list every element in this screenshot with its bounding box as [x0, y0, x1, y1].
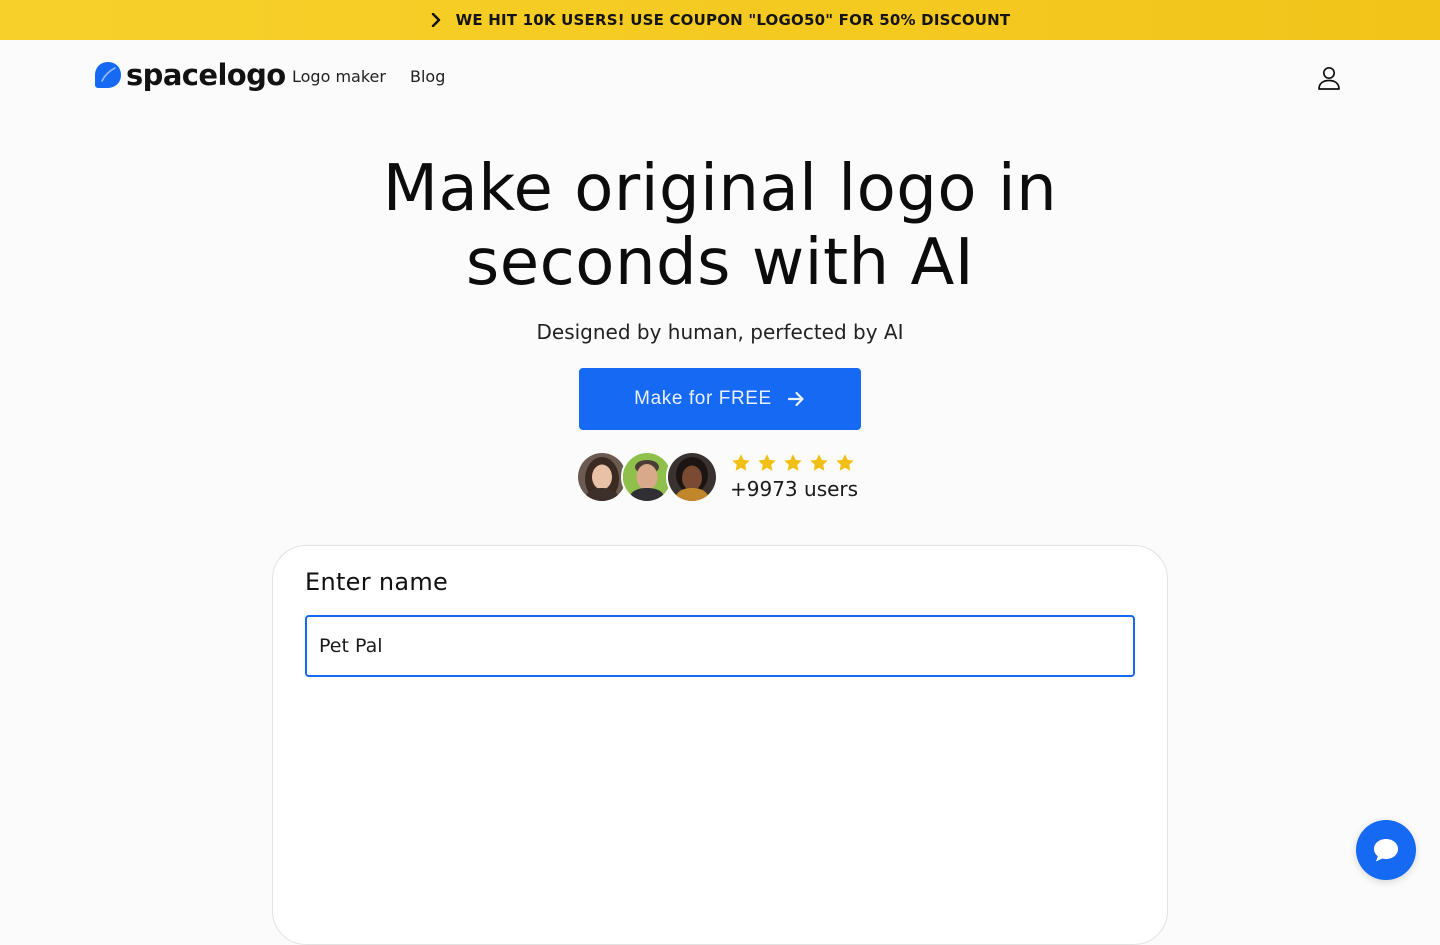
promo-banner[interactable]: WE HIT 10K USERS! USE COUPON "LOGO50" FO…: [0, 0, 1440, 40]
users-count: +9973 users: [730, 477, 859, 501]
chat-bubble-icon: [1371, 835, 1401, 865]
hero-title: Make original logo in seconds with AI: [382, 152, 1058, 300]
promo-text: WE HIT 10K USERS! USE COUPON "LOGO50" FO…: [455, 11, 1011, 29]
avatar: [666, 451, 718, 503]
star-icon: [834, 452, 856, 474]
chevron-right-icon: [430, 13, 442, 27]
name-field-label: Enter name: [305, 568, 449, 596]
name-input[interactable]: [305, 615, 1135, 677]
star-icon: [756, 452, 778, 474]
top-nav: spacelogo Logo maker Blog: [0, 40, 1440, 116]
social-proof: +9973 users: [576, 451, 866, 505]
promo-content: WE HIT 10K USERS! USE COUPON "LOGO50" FO…: [430, 11, 1011, 29]
name-form-card: Enter name: [272, 545, 1168, 945]
chat-button[interactable]: [1356, 820, 1416, 880]
arrow-right-icon: [786, 389, 806, 409]
cta-label: Make for FREE: [634, 388, 772, 409]
leaf-logo-icon: [94, 60, 122, 90]
star-icon: [782, 452, 804, 474]
user-icon[interactable]: [1316, 65, 1342, 91]
nav-link-blog[interactable]: Blog: [410, 67, 445, 86]
star-icon: [808, 452, 830, 474]
nav-link-logo-maker[interactable]: Logo maker: [292, 67, 386, 86]
brand-logo[interactable]: spacelogo: [94, 60, 286, 90]
hero-subtitle: Designed by human, perfected by AI: [536, 320, 904, 344]
make-for-free-button[interactable]: Make for FREE: [579, 368, 861, 430]
brand-name: spacelogo: [126, 57, 286, 92]
star-icon: [730, 452, 752, 474]
rating-stars: [730, 452, 856, 474]
